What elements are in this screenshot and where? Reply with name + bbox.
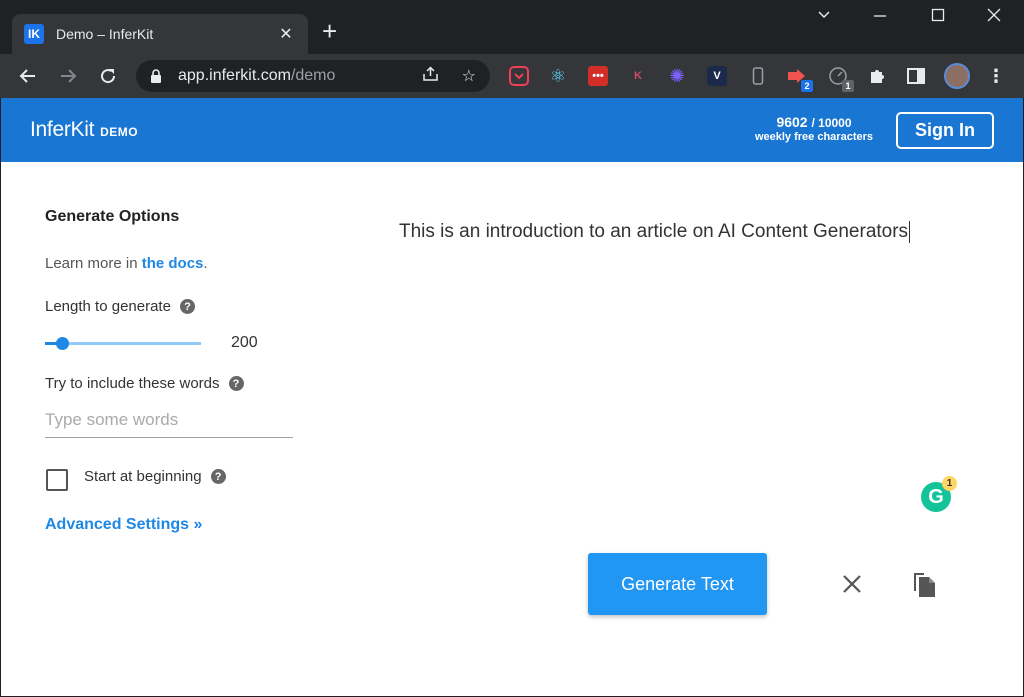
tab-title: Demo – InferKit [56,26,154,42]
bookmark-star-icon[interactable]: ☆ [462,66,476,86]
url-text: app.inferkit.com/demo [178,67,336,84]
slider-thumb[interactable] [56,337,70,350]
profile-avatar[interactable] [944,63,970,89]
side-panel-icon[interactable] [906,66,926,86]
grammarly-icon[interactable]: G 1 [921,476,957,512]
quota-caption: weekly free characters [754,131,873,143]
length-slider[interactable] [45,337,201,350]
quota-used: 9602 [776,114,808,130]
grammarly-badge: 1 [942,476,957,491]
menu-kebab-icon[interactable]: ⋮ [986,66,1006,86]
v-extension-icon[interactable]: V [707,66,727,86]
words-label: Try to include these words ? [45,375,244,392]
generate-text-button[interactable]: Generate Text [588,553,767,615]
start-at-beginning-checkbox[interactable] [46,469,68,491]
tab-search-icon[interactable] [816,6,832,27]
react-icon[interactable]: ⚛ [548,66,568,86]
quota-counter: 9602 / 10000 weekly free characters [755,114,873,143]
sign-in-button[interactable]: Sign In [896,112,994,149]
include-words-input[interactable] [45,402,293,438]
browser-titlebar: IK Demo – InferKit ✕ + [0,0,1024,54]
clear-icon[interactable] [839,571,865,597]
start-label: Start at beginning ? [84,468,226,485]
puzzle-extensions-icon[interactable] [867,66,887,86]
browser-toolbar: app.inferkit.com/demo ☆ ⚛ ••• K ✺ V 2 1 … [0,54,1024,98]
length-value: 200 [231,334,258,351]
extension-badge: 1 [842,80,854,92]
phone-icon[interactable] [748,66,768,86]
help-icon[interactable]: ? [179,299,195,314]
close-window-icon[interactable] [986,6,1002,27]
advanced-settings-link[interactable]: Advanced Settings » [45,516,202,534]
speed-extension-icon[interactable]: 1 [828,66,854,92]
share-icon[interactable] [422,65,440,87]
quota-total: / 10000 [811,116,852,130]
arrow-extension-icon[interactable]: 2 [787,66,813,92]
help-icon[interactable]: ? [210,469,226,484]
k-extension-icon[interactable]: K [628,66,648,86]
new-tab-icon[interactable]: + [322,16,337,47]
text-caret [909,221,911,243]
maximize-icon[interactable] [930,6,946,27]
brand-name: InferKit [30,118,95,141]
learn-more-text: Learn more in the docs. [45,255,208,272]
lastpass-icon[interactable]: ••• [588,66,608,86]
inferkit-favicon-icon: IK [24,24,44,44]
inferkit-page: InferKit DEMO 9602 / 10000 weekly free ch… [1,98,1023,696]
browser-tab[interactable]: IK Demo – InferKit ✕ [12,14,308,54]
app-header: InferKit DEMO 9602 / 10000 weekly free ch… [1,98,1023,162]
forward-arrow-icon[interactable] [55,63,81,89]
help-icon[interactable]: ? [228,376,244,391]
docs-link[interactable]: the docs [142,255,204,272]
spark-icon[interactable]: ✺ [667,66,687,86]
length-label: Length to generate ? [45,298,195,315]
lock-icon [150,69,162,83]
copy-icon[interactable] [910,569,940,599]
reload-icon[interactable] [95,63,121,89]
prompt-editor[interactable]: This is an introduction to an article on… [399,221,979,243]
address-bar[interactable]: app.inferkit.com/demo ☆ [136,60,490,92]
brand-tag: DEMO [100,125,139,139]
minimize-icon[interactable] [872,6,888,27]
extension-badge: 2 [801,80,813,92]
pocket-icon[interactable] [509,66,529,86]
brand-logo[interactable]: InferKit DEMO [30,118,138,142]
back-arrow-icon[interactable] [15,63,41,89]
prompt-text: This is an introduction to an article on… [399,221,909,243]
options-title: Generate Options [45,208,180,225]
tab-close-icon[interactable]: ✕ [276,24,296,44]
